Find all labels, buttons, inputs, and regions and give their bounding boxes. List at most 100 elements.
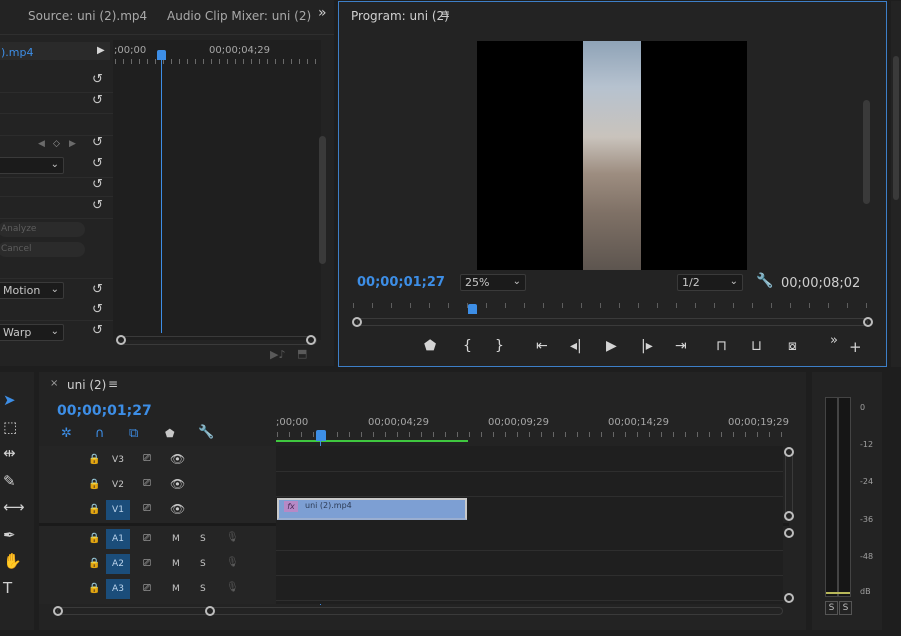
pen-tool-icon[interactable]: ✒ [3, 526, 16, 544]
panel-overflow-icon[interactable]: » [318, 5, 327, 21]
step-back-icon[interactable]: ◂| [570, 338, 582, 354]
tab-source[interactable]: Source: uni (2).mp4 [28, 9, 147, 23]
mute-button[interactable]: M [172, 584, 180, 594]
loop-audio-icon[interactable]: ▶♪ [270, 348, 285, 361]
play-icon[interactable]: ▶ [606, 338, 617, 354]
source-scrollbar-h[interactable] [117, 336, 317, 345]
reset-parameter-icon[interactable]: ↺ [92, 135, 103, 150]
reset-parameter-icon[interactable]: ↺ [92, 323, 103, 338]
fx-badge[interactable]: fx [284, 501, 298, 512]
sync-lock-icon[interactable]: ⎚ [143, 503, 151, 514]
timeline-playhead[interactable] [316, 430, 326, 441]
program-playhead[interactable] [468, 304, 477, 314]
snap-icon[interactable]: ∩ [95, 426, 105, 441]
solo-button[interactable]: S [200, 534, 206, 544]
track-label-a2[interactable]: A2 [106, 554, 130, 574]
solo-button[interactable]: S [200, 584, 206, 594]
zoom-handle-left[interactable] [352, 317, 362, 327]
microphone-icon[interactable]: 🎙 [226, 557, 239, 568]
program-scrollbar-v[interactable] [863, 100, 870, 204]
lock-icon[interactable]: 🔒 [88, 479, 100, 490]
transport-overflow-icon[interactable]: » [830, 333, 838, 348]
lift-icon[interactable]: ⊓ [716, 338, 727, 354]
sequence-tab[interactable]: uni (2) [67, 378, 106, 392]
lock-icon[interactable]: 🔒 [88, 583, 100, 594]
track-label-a3[interactable]: A3 [106, 579, 130, 599]
reset-parameter-icon[interactable]: ↺ [92, 198, 103, 213]
add-marker-icon[interactable]: ⬟ [165, 427, 175, 440]
track-label-a1[interactable]: A1 [106, 529, 130, 549]
program-monitor-title[interactable]: Program: uni (2) [351, 9, 449, 23]
mark-out-icon[interactable]: } [495, 338, 504, 354]
reset-parameter-icon[interactable]: ↺ [92, 177, 103, 192]
lock-icon[interactable]: 🔒 [88, 454, 100, 465]
ripple-edit-tool-icon[interactable]: ⇹ [3, 444, 16, 462]
selection-tool-icon[interactable]: ➤ [3, 391, 16, 409]
eye-icon[interactable]: 👁 [170, 502, 185, 516]
scroll-handle[interactable] [784, 447, 794, 457]
button-editor-plus-icon[interactable]: + [849, 338, 862, 356]
reset-parameter-icon[interactable]: ↺ [92, 93, 103, 108]
reset-parameter-icon[interactable]: ↺ [92, 302, 103, 317]
timeline-scrollbar-v[interactable] [785, 447, 793, 519]
source-scrollbar-v[interactable] [319, 136, 326, 264]
sync-lock-icon[interactable]: ⎚ [143, 478, 151, 489]
solo-right-button[interactable]: S [839, 601, 852, 615]
zoom-level-select[interactable]: 25% ⌄ [460, 274, 526, 291]
razor-tool-icon[interactable]: ✎ [3, 472, 16, 490]
nest-toggle-icon[interactable]: ✲ [61, 426, 72, 441]
extract-icon[interactable]: ⊔ [751, 338, 762, 354]
track-label-v2[interactable]: V2 [106, 475, 130, 495]
scroll-handle[interactable] [784, 593, 794, 603]
next-keyframe-icon[interactable]: ▶ [69, 139, 76, 149]
timeline-settings-icon[interactable]: 🔧 [198, 425, 214, 440]
play-clip-icon[interactable]: ▶ [97, 45, 105, 56]
wrench-icon[interactable]: 🔧 [756, 273, 773, 289]
mute-button[interactable]: M [172, 559, 180, 569]
scroll-handle-right[interactable] [205, 606, 215, 616]
scroll-handle[interactable] [784, 528, 794, 538]
sync-lock-icon[interactable]: ⎚ [143, 558, 151, 569]
add-marker-icon[interactable]: ⬟ [424, 338, 436, 354]
step-forward-icon[interactable]: |▸ [641, 338, 653, 354]
microphone-icon[interactable]: 🎙 [226, 582, 239, 593]
prev-keyframe-icon[interactable]: ◀ [38, 139, 45, 149]
reset-parameter-icon[interactable]: ↺ [92, 72, 103, 87]
sync-lock-icon[interactable]: ⎚ [143, 453, 151, 464]
reset-parameter-icon[interactable]: ↺ [92, 282, 103, 297]
effect-dropdown[interactable]: ⌄ [0, 157, 64, 174]
work-area-bar[interactable] [276, 440, 468, 442]
go-to-out-icon[interactable]: ⇥ [675, 338, 687, 354]
lock-icon[interactable]: 🔒 [88, 504, 100, 515]
track-select-tool-icon[interactable]: ⬚ [3, 418, 17, 436]
hand-tool-icon[interactable]: ✋ [3, 552, 22, 570]
camera-icon[interactable]: ⧇ [788, 338, 797, 354]
reset-parameter-icon[interactable]: ↺ [92, 156, 103, 171]
sync-lock-icon[interactable]: ⎚ [143, 533, 151, 544]
zoom-handle-right[interactable] [863, 317, 873, 327]
solo-button[interactable]: S [200, 559, 206, 569]
mark-in-icon[interactable]: { [463, 338, 472, 354]
sync-lock-icon[interactable]: ⎚ [143, 583, 151, 594]
program-current-timecode[interactable]: 00;00;01;27 [357, 275, 445, 290]
timeline-scrollbar-h[interactable] [57, 607, 783, 615]
go-to-in-icon[interactable]: ⇤ [536, 338, 548, 354]
warp-dropdown[interactable]: Warp ⌄ [0, 324, 64, 341]
add-keyframe-icon[interactable]: ◇ [53, 139, 60, 149]
mute-button[interactable]: M [172, 534, 180, 544]
resolution-select[interactable]: 1/2 ⌄ [677, 274, 743, 291]
track-label-v3[interactable]: V3 [106, 450, 130, 470]
tab-audio-clip-mixer[interactable]: Audio Clip Mixer: uni (2) [167, 9, 311, 23]
panel-menu-icon[interactable]: ≡ [440, 7, 450, 21]
microphone-icon[interactable]: 🎙 [226, 532, 239, 543]
clip-name-label[interactable]: ).mp4 [1, 46, 33, 59]
motion-dropdown[interactable]: Motion ⌄ [0, 282, 64, 299]
scroll-handle-left[interactable] [53, 606, 63, 616]
scroll-handle-right[interactable] [306, 335, 316, 345]
scroll-handle[interactable] [784, 511, 794, 521]
eye-icon[interactable]: 👁 [170, 452, 185, 466]
right-panel-scrollbar[interactable] [893, 56, 899, 200]
eye-icon[interactable]: 👁 [170, 477, 185, 491]
type-tool-icon[interactable]: T [3, 579, 12, 597]
panel-menu-icon[interactable]: ≡ [108, 377, 118, 391]
